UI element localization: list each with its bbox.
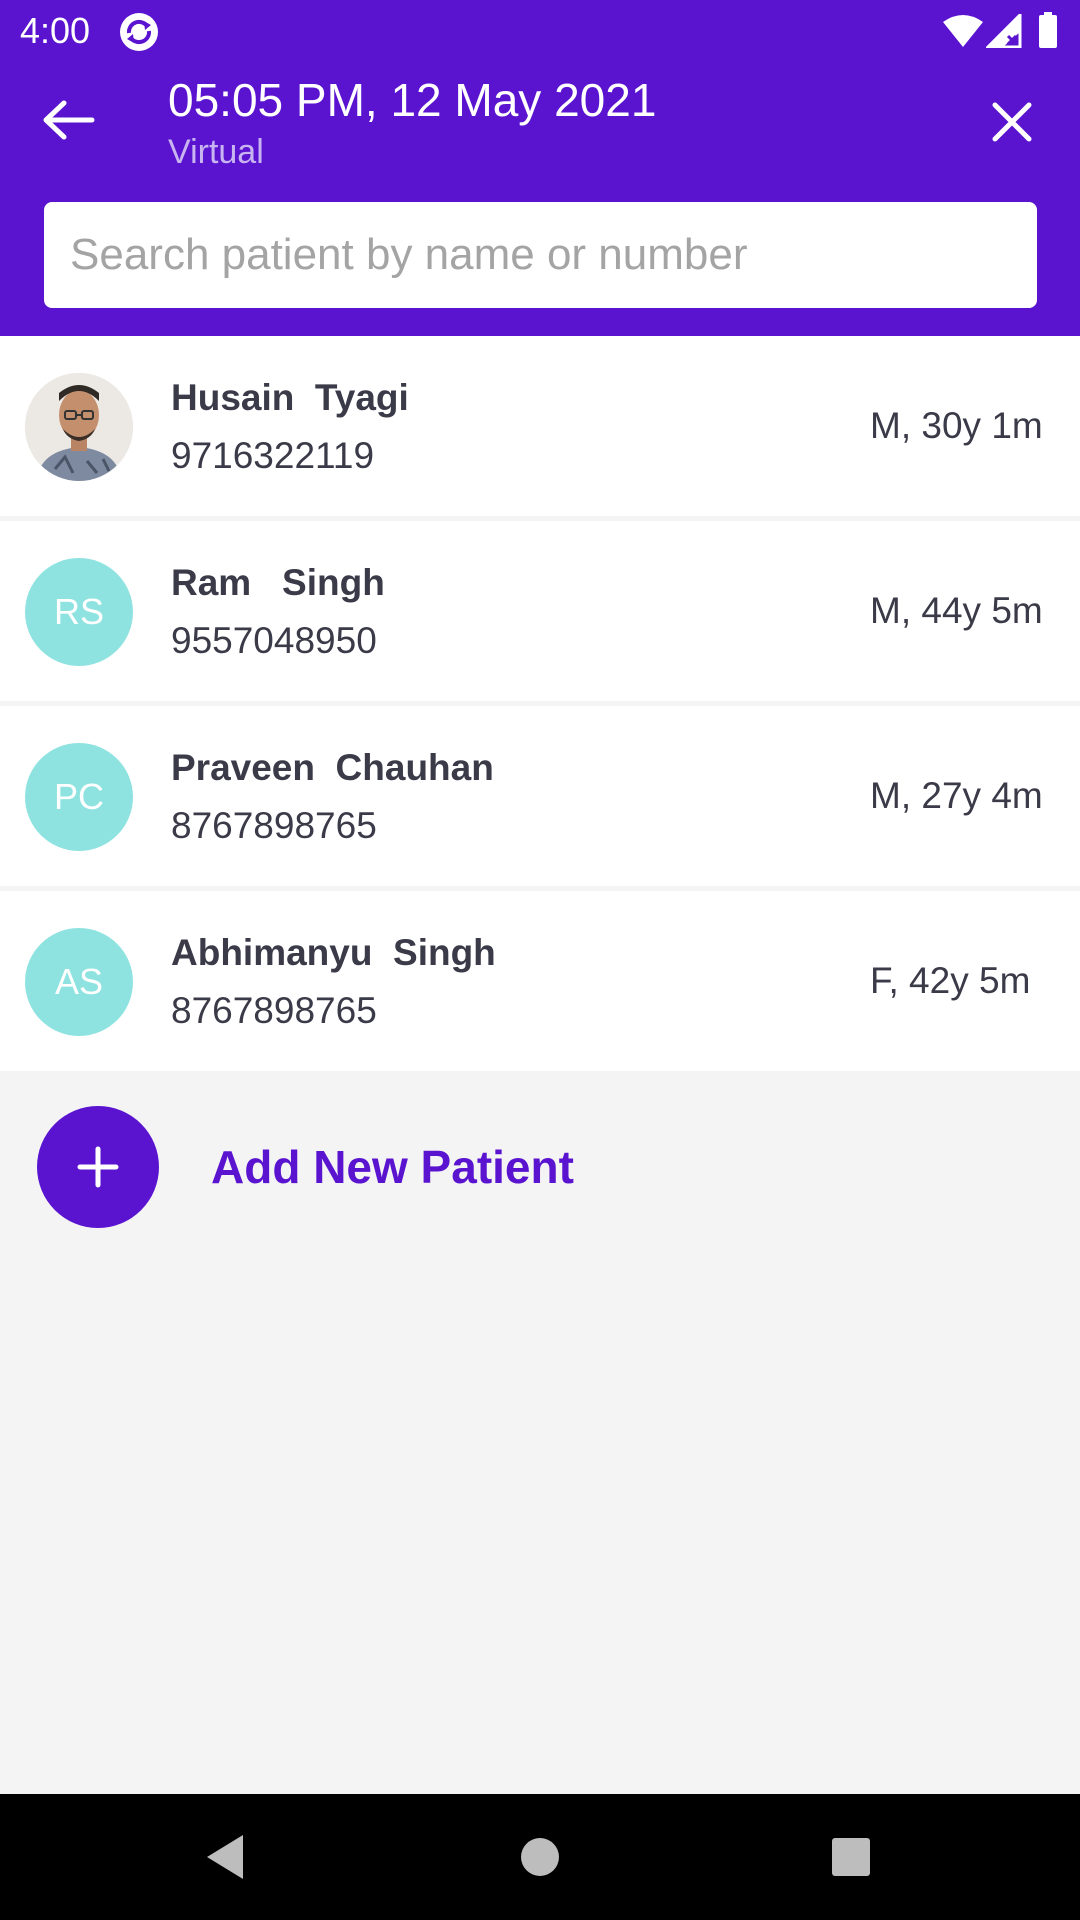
patient-name: Husain Tyagi xyxy=(171,377,409,418)
patient-row-ram-singh[interactable]: RS Ram Singh 9557048950 M, 44y 5m xyxy=(0,521,1080,701)
add-new-patient-button[interactable]: Add New Patient xyxy=(37,1106,574,1228)
avatar: PC xyxy=(25,743,133,851)
patient-gender-age: F, 42y 5m xyxy=(870,960,1031,1001)
back-button[interactable] xyxy=(30,90,106,150)
avatar: RS xyxy=(25,558,133,666)
status-bar: 4:00 xyxy=(0,0,1080,62)
patient-list: Husain Tyagi 9716322119 M, 30y 1m RS Ram… xyxy=(0,336,1080,1076)
nav-back-icon xyxy=(207,1835,243,1879)
patient-gender-age: M, 44y 5m xyxy=(870,590,1043,631)
nav-home-button[interactable] xyxy=(510,1827,570,1887)
signal-icon xyxy=(986,14,1022,48)
app-header: 05:05 PM, 12 May 2021 Virtual xyxy=(0,62,1080,336)
plus-icon xyxy=(77,1146,119,1188)
patient-photo xyxy=(25,373,133,481)
avatar xyxy=(25,373,133,481)
nav-home-icon xyxy=(521,1838,559,1876)
patient-name: Abhimanyu Singh xyxy=(171,932,496,973)
system-nav-bar xyxy=(0,1794,1080,1920)
battery-icon xyxy=(1039,12,1057,48)
patient-phone: 8767898765 xyxy=(171,805,377,846)
wifi-icon xyxy=(943,15,983,47)
status-time: 4:00 xyxy=(20,10,91,51)
patient-name: Ram Singh xyxy=(171,562,385,603)
close-button[interactable] xyxy=(980,90,1044,154)
patient-phone: 8767898765 xyxy=(171,990,377,1031)
patient-gender-age: M, 30y 1m xyxy=(870,405,1043,446)
patient-row-praveen-chauhan[interactable]: PC Praveen Chauhan 8767898765 M, 27y 4m xyxy=(0,706,1080,886)
add-new-patient-label[interactable]: Add New Patient xyxy=(211,1140,574,1194)
patient-gender-age: M, 27y 4m xyxy=(870,775,1043,816)
sync-app-icon xyxy=(120,13,158,51)
nav-recents-button[interactable] xyxy=(821,1827,881,1887)
appointment-datetime: 05:05 PM, 12 May 2021 xyxy=(168,74,657,126)
close-icon xyxy=(992,102,1032,142)
search-input[interactable] xyxy=(44,202,1037,308)
add-circle[interactable] xyxy=(37,1106,159,1228)
patient-row-husain-tyagi[interactable]: Husain Tyagi 9716322119 M, 30y 1m xyxy=(0,336,1080,516)
patient-phone: 9557048950 xyxy=(171,620,377,661)
patient-name: Praveen Chauhan xyxy=(171,747,494,788)
patient-phone: 9716322119 xyxy=(171,435,375,476)
nav-back-button[interactable] xyxy=(195,1827,255,1887)
avatar: AS xyxy=(25,928,133,1036)
patient-row-abhimanyu-singh[interactable]: AS Abhimanyu Singh 8767898765 F, 42y 5m xyxy=(0,891,1080,1071)
nav-recents-icon xyxy=(832,1838,870,1876)
arrow-back-icon xyxy=(43,100,95,140)
patient-search-screen: 4:00 05:05 PM, 12 May 2021 Virtual Searc… xyxy=(0,0,1080,1920)
appointment-type: Virtual xyxy=(168,133,264,171)
